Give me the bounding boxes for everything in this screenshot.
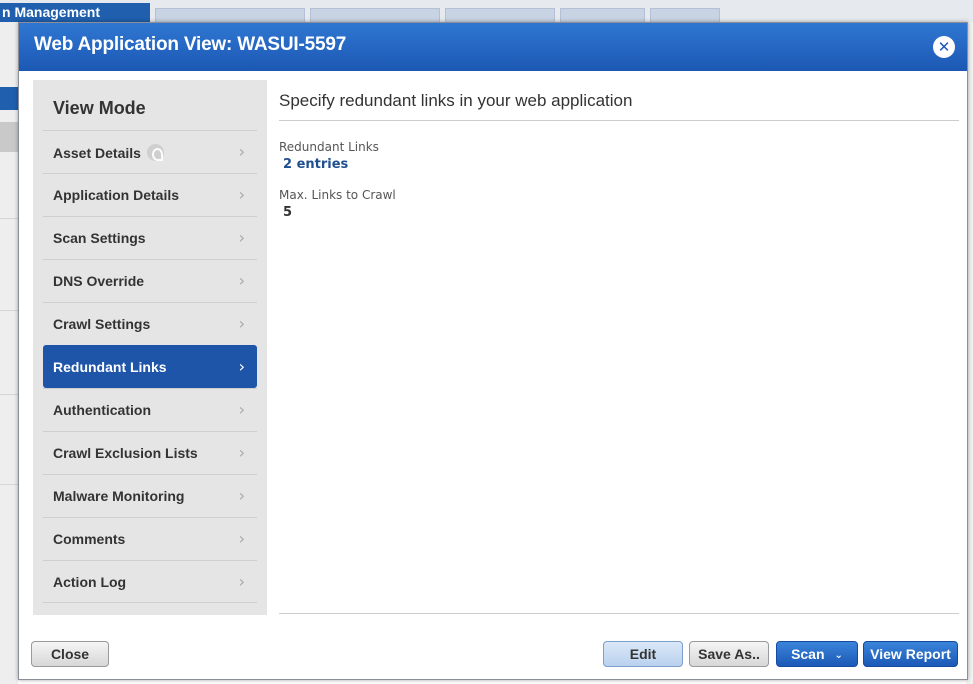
sidebar-item-label: DNS Override [53, 273, 145, 289]
sidebar-item-action-log[interactable]: Action Log › [43, 560, 257, 603]
background-left-panel [0, 22, 18, 684]
sidebar-item-label-text: Asset Details [53, 145, 141, 161]
view-report-button[interactable]: View Report [863, 641, 958, 667]
sidebar-item-scan-settings[interactable]: Scan Settings › [43, 216, 257, 259]
max-links-value: 5 [283, 205, 293, 220]
sidebar-item-label: Redundant Links [53, 359, 167, 375]
background-tab [445, 8, 555, 22]
sidebar-nav: Asset Details › Application Details › Sc… [43, 130, 257, 603]
chevron-right-icon: › [238, 357, 245, 376]
sidebar-item-crawl-settings[interactable]: Crawl Settings › [43, 302, 257, 345]
sidebar-item-asset-details[interactable]: Asset Details › [43, 130, 257, 173]
close-icon[interactable]: ✕ [933, 36, 955, 58]
dialog-header: Web Application View: WASUI-5597 ✕ [19, 23, 967, 71]
sidebar-item-dns-override[interactable]: DNS Override › [43, 259, 257, 302]
view-mode-sidebar: View Mode Asset Details › Application De… [33, 80, 267, 615]
chevron-right-icon: › [238, 443, 245, 462]
section-heading: Specify redundant links in your web appl… [279, 91, 633, 110]
footer-divider [279, 613, 959, 614]
background-tab [650, 8, 720, 22]
sidebar-item-label: Application Details [53, 187, 180, 203]
chevron-right-icon: › [238, 572, 245, 591]
background-app-title: n Management [0, 3, 150, 22]
chevron-right-icon: › [238, 142, 245, 161]
chevron-right-icon: › [238, 400, 245, 419]
chevron-right-icon: › [238, 271, 245, 290]
background-divider [0, 310, 18, 311]
sidebar-item-label: Authentication [53, 402, 151, 418]
save-as-button[interactable]: Save As.. [689, 641, 769, 667]
background-divider [0, 218, 18, 219]
sidebar-item-label: Scan Settings [53, 230, 146, 246]
sidebar-item-label: Malware Monitoring [53, 488, 185, 504]
sidebar-title: View Mode [53, 98, 146, 118]
sidebar-item-authentication[interactable]: Authentication › [43, 388, 257, 431]
info-badge-icon [146, 144, 164, 161]
scan-button-label: Scan [791, 646, 825, 662]
background-tab [155, 8, 305, 22]
dialog-title: Web Application View: WASUI-5597 [34, 34, 347, 55]
sidebar-item-label: Comments [53, 531, 126, 547]
background-left-selected [0, 87, 18, 110]
sidebar-item-label: Asset Details [53, 144, 164, 161]
chevron-right-icon: › [238, 185, 245, 204]
sidebar-item-label: Crawl Exclusion Lists [53, 445, 198, 461]
chevron-right-icon: › [238, 314, 245, 333]
scan-dropdown-button[interactable]: Scan ⌄ [776, 641, 858, 667]
max-links-label: Max. Links to Crawl [279, 188, 396, 202]
sidebar-item-comments[interactable]: Comments › [43, 517, 257, 560]
sidebar-item-label: Crawl Settings [53, 316, 151, 332]
sidebar-item-application-details[interactable]: Application Details › [43, 173, 257, 216]
close-button[interactable]: Close [31, 641, 109, 667]
edit-button[interactable]: Edit [603, 641, 683, 667]
redundant-links-label: Redundant Links [279, 140, 379, 154]
background-left-block [0, 122, 18, 152]
background-divider [0, 394, 18, 395]
sidebar-item-crawl-exclusion-lists[interactable]: Crawl Exclusion Lists › [43, 431, 257, 474]
sidebar-item-label: Action Log [53, 574, 127, 590]
heading-divider [279, 120, 959, 121]
chevron-right-icon: › [238, 486, 245, 505]
chevron-down-icon: ⌄ [834, 650, 843, 661]
sidebar-item-redundant-links[interactable]: Redundant Links › [43, 345, 257, 388]
web-application-view-dialog: Web Application View: WASUI-5597 ✕ View … [18, 22, 968, 680]
background-divider [0, 484, 18, 485]
chevron-right-icon: › [238, 529, 245, 548]
sidebar-item-malware-monitoring[interactable]: Malware Monitoring › [43, 474, 257, 517]
background-tab [310, 8, 440, 22]
chevron-right-icon: › [238, 228, 245, 247]
redundant-links-entries-link[interactable]: 2 entries [283, 157, 348, 172]
background-tab [560, 8, 645, 22]
